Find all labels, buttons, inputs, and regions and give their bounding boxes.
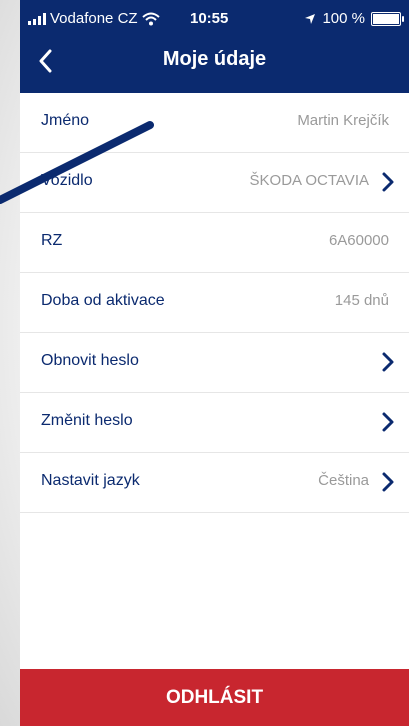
nav-bar: Moje údaje [20,40,409,86]
battery-icon [371,11,404,26]
phone-screen: Vodafone CZ 10:55 100 % Moje údaje Jméno… [20,0,409,726]
signal-icon [28,12,46,25]
status-right: 100 % [304,10,404,27]
location-arrow-icon [305,13,316,24]
chevron-right-icon [382,352,394,372]
status-left: Vodafone CZ [28,10,160,27]
row-label: Nastavit jazyk [41,472,140,489]
chevron-right-icon [382,172,394,192]
row-language[interactable]: Nastavit jazyk Čeština [20,453,409,513]
row-label: Obnovit heslo [41,352,139,369]
row-label: Doba od aktivace [41,292,165,309]
wifi-icon [141,12,160,25]
profile-list: Jméno Martin Krejčík Vozidlo ŠKODA OCTAV… [20,93,409,513]
chevron-right-icon [382,412,394,432]
chevron-right-icon [382,472,394,492]
carrier-name: Vodafone CZ [50,10,138,27]
row-plate: RZ 6A60000 [20,213,409,273]
status-bar: Vodafone CZ 10:55 100 % [20,10,409,30]
row-label: Vozidlo [41,172,93,189]
row-value: 145 dnů [334,292,389,309]
row-value: Martin Krejčík [297,112,389,129]
app-header: Vodafone CZ 10:55 100 % Moje údaje [20,0,409,93]
row-label: RZ [41,232,63,249]
row-reset-password[interactable]: Obnovit heslo [20,333,409,393]
row-value: ŠKODA OCTAVIA [249,172,369,189]
row-value: 6A60000 [328,232,389,249]
row-name: Jméno Martin Krejčík [20,93,409,153]
row-label: Změnit heslo [41,412,133,429]
page-title: Moje údaje [162,48,267,70]
battery-percent: 100 % [322,10,365,27]
status-time: 10:55 [190,10,229,27]
row-vehicle[interactable]: Vozidlo ŠKODA OCTAVIA [20,153,409,213]
logout-button[interactable]: ODHLÁSIT [20,669,409,726]
row-change-password[interactable]: Změnit heslo [20,393,409,453]
row-value: Čeština [318,472,369,489]
row-label: Jméno [41,112,90,129]
row-activation: Doba od aktivace 145 dnů [20,273,409,333]
